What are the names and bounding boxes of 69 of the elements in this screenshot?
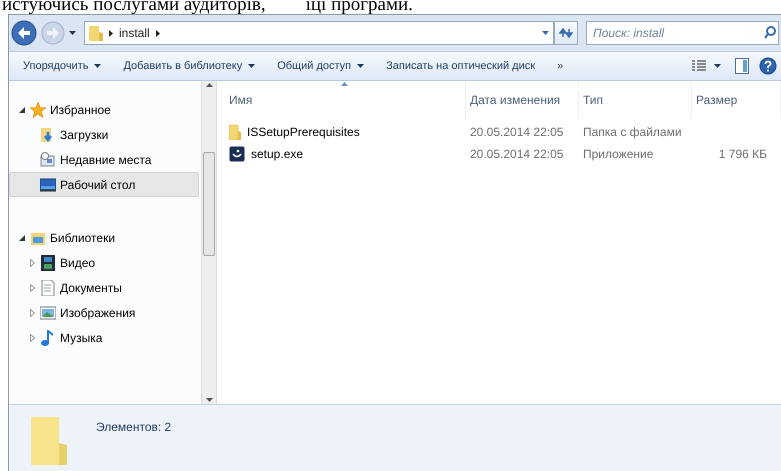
caret-icon	[357, 64, 364, 68]
expand-arrow-icon[interactable]	[30, 334, 34, 342]
scroll-down-icon[interactable]	[206, 398, 212, 402]
document-icon	[40, 280, 56, 296]
nav-item[interactable]: Избранное	[9, 97, 201, 122]
nav-item[interactable]: Рабочий стол	[9, 172, 199, 197]
toolbar-button[interactable]: Упорядочить	[17, 55, 108, 77]
refresh-icon	[559, 27, 573, 39]
caret-icon[interactable]	[542, 31, 549, 35]
desktop-icon	[40, 176, 56, 192]
nav-item[interactable]: Изображения	[9, 300, 201, 325]
music-note-icon	[40, 330, 56, 346]
nav-item[interactable]: Видео	[9, 250, 201, 275]
table-cell: 20.05.2014 22:05	[470, 147, 564, 161]
table-cell: Приложение	[583, 147, 654, 161]
toolbar-button[interactable]: »	[551, 55, 570, 77]
expanded-arrow-icon[interactable]	[19, 234, 25, 240]
refresh-button[interactable]	[554, 21, 578, 45]
expand-arrow-icon[interactable]	[30, 258, 34, 266]
nav-item[interactable]: Загрузки	[9, 122, 201, 147]
item-count: Элементов: 2	[96, 419, 172, 436]
caret-icon[interactable]	[69, 31, 76, 35]
table-cell-text: 1 796 КБ	[718, 146, 767, 163]
folder-icon	[229, 124, 241, 140]
column-header[interactable]: Имя	[217, 81, 466, 119]
file-row[interactable]: ISSetupPrerequisites 20.05.2014 22:05 Папка с файлами	[217, 121, 781, 143]
star-icon	[30, 102, 46, 118]
toolbar-button[interactable]: Общий доступ	[271, 55, 370, 77]
chevron-icon[interactable]	[156, 30, 160, 36]
back-icon[interactable]	[11, 20, 37, 46]
document-text: іці програми.	[306, 0, 413, 14]
list-view-icon	[692, 60, 706, 72]
search-icon[interactable]	[764, 26, 776, 39]
nav-item[interactable]: Недавние места	[9, 147, 201, 172]
recent-places-icon	[40, 152, 56, 168]
nav-item[interactable]: Музыка	[9, 325, 201, 350]
chevron-icon[interactable]	[109, 30, 113, 36]
file-name[interactable]: ISSetupPrerequisites	[247, 123, 360, 141]
expand-arrow-icon[interactable]	[30, 284, 34, 292]
expanded-arrow-icon[interactable]	[19, 106, 25, 112]
toolbar-button[interactable]: Записать на оптический диск	[380, 55, 542, 77]
column-header[interactable]: Тип	[579, 81, 692, 119]
table-cell: Папка с файлами	[583, 125, 682, 139]
picture-icon	[40, 304, 56, 320]
sort-arrow-icon	[341, 82, 348, 86]
nav-item[interactable]: Библиотеки	[9, 225, 201, 250]
table-cell: 20.05.2014 22:05	[470, 125, 564, 139]
file-name[interactable]: setup.exe	[251, 145, 304, 163]
scroll-up-icon[interactable]	[206, 83, 212, 87]
nav-item[interactable]: Документы	[9, 275, 201, 300]
caret-icon	[248, 64, 256, 68]
file-row[interactable]: setup.exe 20.05.2014 22:05 Приложение 1 796 КБ	[217, 143, 781, 165]
film-icon	[40, 254, 56, 270]
expand-arrow-icon[interactable]	[30, 308, 34, 316]
scroll-thumb[interactable]	[203, 152, 215, 256]
search-field[interactable]: Поиск: install	[586, 21, 779, 45]
folder-icon	[29, 415, 69, 465]
column-header[interactable]: Размер	[692, 81, 781, 119]
column-header[interactable]: Дата изменения	[466, 81, 579, 119]
toolbar-button[interactable]: Добавить в библиотеку	[117, 55, 262, 77]
application-icon	[229, 146, 245, 162]
path-segment[interactable]: install	[119, 24, 150, 42]
preview-pane-icon[interactable]	[735, 58, 749, 74]
caret-icon	[714, 64, 721, 68]
address-bar[interactable]: install	[84, 21, 554, 45]
folder-icon	[89, 25, 103, 41]
caret-icon	[94, 64, 102, 68]
help-icon[interactable]	[759, 57, 777, 75]
document-text: истуючись послугами аудиторів,	[2, 0, 266, 14]
